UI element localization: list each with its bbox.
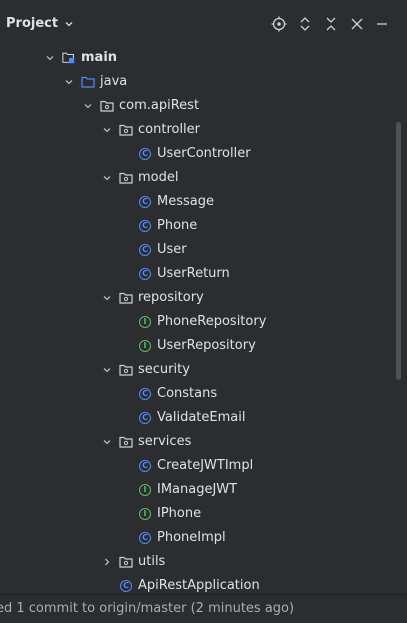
chevron-down-icon[interactable] — [101, 436, 113, 448]
status-bar: ed 1 commit to origin/master (2 minutes … — [0, 594, 407, 623]
class-icon: C — [138, 147, 152, 161]
tree-node-model[interactable]: model — [0, 166, 395, 190]
class-icon: C — [138, 219, 152, 233]
folder-icon — [81, 75, 95, 89]
source-folder-icon — [62, 51, 76, 65]
tree-node-main[interactable]: main — [0, 46, 395, 70]
project-title: Project — [6, 16, 59, 31]
tree-node-label: Constans — [157, 386, 218, 401]
tree-node-label: java — [100, 74, 128, 89]
tree-node-validateemail[interactable]: C ValidateEmail — [0, 406, 395, 430]
tree-node-controller[interactable]: controller — [0, 118, 395, 142]
tree-node-label: IPhone — [157, 506, 202, 521]
interface-icon: I — [138, 315, 152, 329]
class-icon: C — [138, 387, 152, 401]
tree-node-label: ValidateEmail — [157, 410, 246, 425]
class-icon: C — [138, 531, 152, 545]
package-icon — [119, 291, 133, 305]
tree-node-user[interactable]: C User — [0, 238, 395, 262]
chevron-down-icon[interactable] — [63, 76, 75, 88]
tree-node-utils[interactable]: utils — [0, 550, 395, 574]
tree-node-userrepository[interactable]: I UserRepository — [0, 334, 395, 358]
tree-node-userreturn[interactable]: C UserReturn — [0, 262, 395, 286]
tree-node-label: Phone — [157, 218, 198, 233]
status-text: ed 1 commit to origin/master (2 minutes … — [0, 601, 295, 616]
tree-node-phonerepository[interactable]: I PhoneRepository — [0, 310, 395, 334]
tree-node-label: security — [138, 362, 190, 377]
close-icon[interactable] — [347, 14, 367, 34]
tree-node-phoneimpl[interactable]: C PhoneImpl — [0, 526, 395, 550]
tree-node-message[interactable]: C Message — [0, 190, 395, 214]
tree-node-label: main — [81, 50, 118, 65]
tree-node-label: User — [157, 242, 187, 257]
class-icon: C — [138, 411, 152, 425]
tree-node-label: Message — [157, 194, 214, 209]
tree-node-label: UserReturn — [157, 266, 230, 281]
chevron-down-icon[interactable] — [44, 52, 56, 64]
tree-node-security[interactable]: security — [0, 358, 395, 382]
class-icon: C — [138, 243, 152, 257]
tree-node-iphone[interactable]: I IPhone — [0, 502, 395, 526]
collapse-all-icon[interactable] — [321, 14, 341, 34]
tree-node-createjwtimpl[interactable]: C CreateJWTImpl — [0, 454, 395, 478]
tree-node-label: UserController — [157, 146, 251, 161]
class-icon: C — [138, 267, 152, 281]
chevron-down-icon — [64, 19, 74, 29]
expand-collapse-icon[interactable] — [295, 14, 315, 34]
tree-node-label: IManageJWT — [157, 482, 238, 497]
project-tool-window-header: Project — [0, 0, 407, 50]
tree-node-repository[interactable]: repository — [0, 286, 395, 310]
class-icon: C — [138, 459, 152, 473]
tree-node-phone[interactable]: C Phone — [0, 214, 395, 238]
tree-node-imanagejwt[interactable]: I IManageJWT — [0, 478, 395, 502]
tree-node-label: UserRepository — [157, 338, 256, 353]
minimize-icon[interactable] — [372, 14, 392, 34]
chevron-down-icon[interactable] — [82, 100, 94, 112]
package-icon — [119, 555, 133, 569]
tree-node-label: services — [138, 434, 192, 449]
tree-node-label: ApiRestApplication — [138, 578, 260, 593]
tree-node-usercontroller[interactable]: C UserController — [0, 142, 395, 166]
vertical-scrollbar[interactable] — [396, 122, 401, 380]
chevron-right-icon[interactable] — [101, 556, 113, 568]
chevron-down-icon[interactable] — [101, 124, 113, 136]
interface-icon: I — [138, 483, 152, 497]
package-icon — [119, 363, 133, 377]
tree-node-label: com.apiRest — [119, 98, 200, 113]
interface-icon: I — [138, 339, 152, 353]
class-icon: C — [138, 195, 152, 209]
tree-node-label: CreateJWTImpl — [157, 458, 254, 473]
interface-icon: I — [138, 507, 152, 521]
chevron-down-icon[interactable] — [101, 364, 113, 376]
chevron-down-icon[interactable] — [101, 172, 113, 184]
tree-node-constans[interactable]: C Constans — [0, 382, 395, 406]
tree-node-label: model — [138, 170, 179, 185]
package-icon — [119, 171, 133, 185]
project-view-selector[interactable]: Project — [6, 16, 74, 31]
tree-node-label: PhoneRepository — [157, 314, 267, 329]
package-icon — [119, 435, 133, 449]
tree-node-label: repository — [138, 290, 204, 305]
tree-node-label: controller — [138, 122, 201, 137]
chevron-down-icon[interactable] — [101, 292, 113, 304]
tree-node-label: utils — [138, 554, 166, 569]
package-icon — [100, 99, 114, 113]
tree-node-services[interactable]: services — [0, 430, 395, 454]
tree-node-label: PhoneImpl — [157, 530, 226, 545]
tree-node-com-apirest[interactable]: com.apiRest — [0, 94, 395, 118]
tree-node-java[interactable]: java — [0, 70, 395, 94]
package-icon — [119, 123, 133, 137]
locate-icon[interactable] — [269, 14, 289, 34]
class-icon: C — [119, 579, 133, 593]
